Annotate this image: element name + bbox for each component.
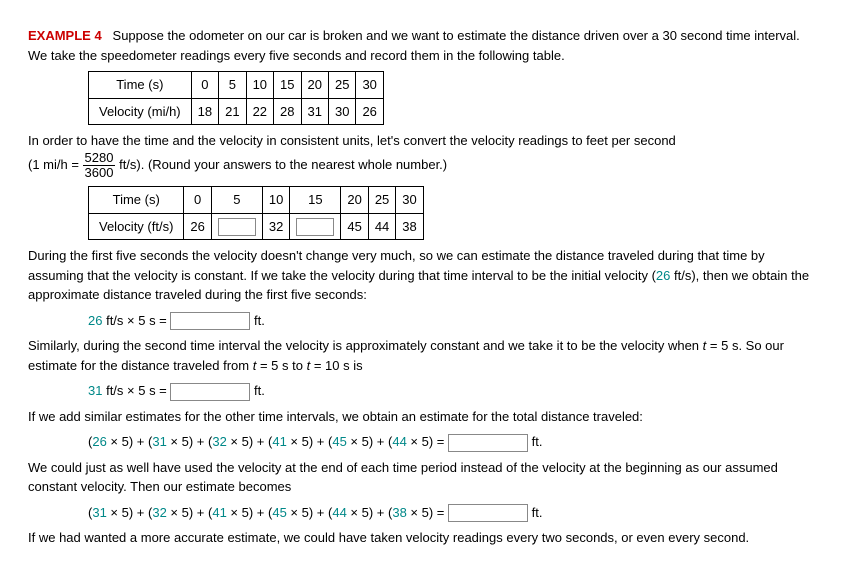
table-row: Time (s) 0 5 10 15 20 25 30	[89, 187, 424, 214]
cell: 30	[396, 187, 423, 214]
conversion-suffix: ft/s). (Round your answers to the neares…	[115, 157, 447, 172]
value-teal: 31	[88, 383, 102, 398]
answer-input[interactable]	[448, 434, 528, 452]
row-header: Time (s)	[89, 187, 184, 214]
calc-line-2: 31 ft/s × 5 s = ft.	[28, 381, 817, 401]
answer-input[interactable]	[296, 218, 334, 236]
cell: 0	[184, 187, 211, 214]
intro-text: Suppose the odometer on our car is broke…	[28, 28, 800, 63]
conversion-text: In order to have the time and the veloci…	[28, 133, 676, 148]
sum-line-2: (31 × 5) + (32 × 5) + (41 × 5) + (45 × 5…	[28, 503, 817, 523]
cell: 21	[219, 98, 246, 125]
cell: 45	[341, 213, 368, 240]
conversion-prefix: (1 mi/h =	[28, 157, 83, 172]
table-row: Velocity (ft/s) 26 32 45 44 38	[89, 213, 424, 240]
calc-line-1: 26 ft/s × 5 s = ft.	[28, 311, 817, 331]
cell	[211, 213, 262, 240]
value-teal: 26	[656, 268, 670, 283]
paragraph-second-interval: Similarly, during the second time interv…	[28, 336, 817, 375]
cell	[290, 213, 341, 240]
table-converted: Time (s) 0 5 10 15 20 25 30 Velocity (ft…	[88, 186, 424, 240]
conversion-paragraph: In order to have the time and the veloci…	[28, 131, 817, 180]
cell: 25	[328, 72, 355, 99]
example-label: EXAMPLE 4	[28, 28, 102, 43]
cell: 15	[274, 72, 301, 99]
intro-paragraph: EXAMPLE 4 Suppose the odometer on our ca…	[28, 26, 817, 65]
cell: 26	[184, 213, 211, 240]
cell: 18	[191, 98, 218, 125]
answer-input[interactable]	[218, 218, 256, 236]
cell: 5	[211, 187, 262, 214]
cell: 28	[274, 98, 301, 125]
cell: 10	[262, 187, 289, 214]
row-header: Velocity (mi/h)	[89, 98, 192, 125]
row-header: Time (s)	[89, 72, 192, 99]
paragraph-first-interval: During the first five seconds the veloci…	[28, 246, 817, 305]
cell: 5	[219, 72, 246, 99]
cell: 32	[262, 213, 289, 240]
fraction-denominator: 3600	[83, 166, 116, 180]
value-teal: 26	[88, 313, 102, 328]
table-row: Time (s) 0 5 10 15 20 25 30	[89, 72, 384, 99]
row-header: Velocity (ft/s)	[89, 213, 184, 240]
fraction-numerator: 5280	[83, 151, 116, 166]
cell: 30	[328, 98, 355, 125]
sum-line-1: (26 × 5) + (31 × 5) + (32 × 5) + (41 × 5…	[28, 432, 817, 452]
cell: 30	[356, 72, 383, 99]
fraction: 52803600	[83, 151, 116, 181]
table-row: Velocity (mi/h) 18 21 22 28 31 30 26	[89, 98, 384, 125]
cell: 31	[301, 98, 328, 125]
answer-input[interactable]	[448, 504, 528, 522]
cell: 20	[301, 72, 328, 99]
paragraph-end-velocity: We could just as well have used the velo…	[28, 458, 817, 497]
cell: 44	[368, 213, 395, 240]
cell: 20	[341, 187, 368, 214]
cell: 22	[246, 98, 273, 125]
answer-input[interactable]	[170, 383, 250, 401]
cell: 26	[356, 98, 383, 125]
table-speedometer: Time (s) 0 5 10 15 20 25 30 Velocity (mi…	[88, 71, 384, 125]
cell: 38	[396, 213, 423, 240]
paragraph-total: If we add similar estimates for the othe…	[28, 407, 817, 427]
paragraph-closing: If we had wanted a more accurate estimat…	[28, 528, 817, 548]
answer-input[interactable]	[170, 312, 250, 330]
cell: 25	[368, 187, 395, 214]
cell: 15	[290, 187, 341, 214]
cell: 0	[191, 72, 218, 99]
cell: 10	[246, 72, 273, 99]
